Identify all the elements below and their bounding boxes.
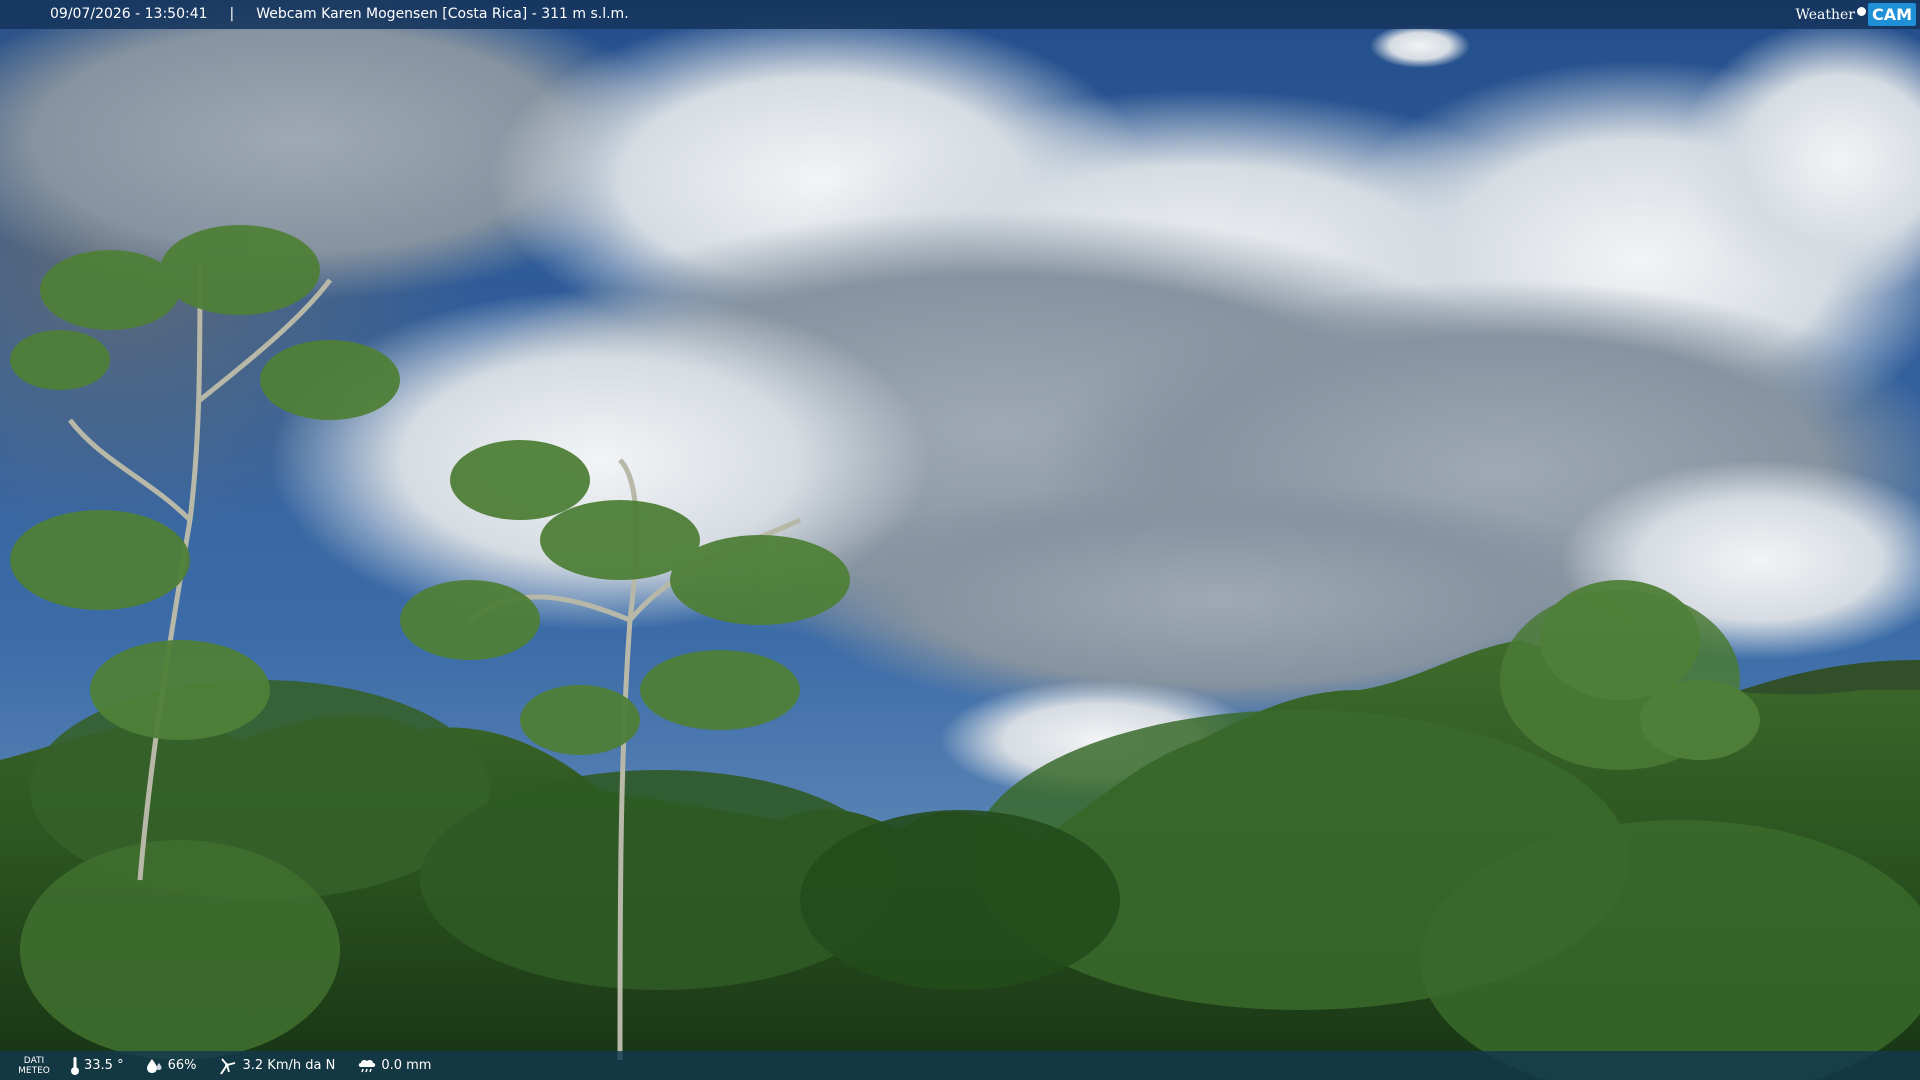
rain-cloud-icon xyxy=(359,1059,376,1072)
timestamp: 09/07/2026 - 13:50:41 xyxy=(50,6,208,22)
logo-cam-text: CAM xyxy=(1867,3,1916,26)
temperature-reading: 33.5 ° xyxy=(70,1056,124,1076)
weather-data-label: DATI METEO xyxy=(16,1056,52,1076)
thermometer-icon xyxy=(71,1056,79,1075)
webcam-title: Webcam Karen Mogensen [Costa Rica] - 311… xyxy=(256,6,629,22)
top-info-bar: 09/07/2026 - 13:50:41 | Webcam Karen Mog… xyxy=(0,0,1920,29)
weather-data-label-line1: DATI xyxy=(23,1055,45,1066)
weathercam-logo[interactable]: Weather CAM xyxy=(1795,2,1916,27)
webcam-image xyxy=(0,0,1920,1080)
weather-data-label-line2: METEO xyxy=(18,1065,50,1076)
wind-value: 3.2 Km/h da N xyxy=(242,1058,336,1073)
temperature-value: 33.5 ° xyxy=(84,1058,124,1073)
rain-reading: 0.0 mm xyxy=(357,1057,431,1075)
humidity-reading: 66% xyxy=(146,1057,197,1075)
logo-dot-icon xyxy=(1856,7,1866,16)
header-separator: | xyxy=(229,6,235,22)
wind-reading: 3.2 Km/h da N xyxy=(218,1056,335,1076)
logo-weather-text: Weather xyxy=(1795,6,1855,23)
wind-icon xyxy=(220,1057,236,1075)
humidity-drop-icon xyxy=(146,1058,162,1073)
rain-value: 0.0 mm xyxy=(381,1058,432,1073)
humidity-value: 66% xyxy=(167,1058,197,1073)
webcam-frame: 09/07/2026 - 13:50:41 | Webcam Karen Mog… xyxy=(0,0,1920,1080)
weather-data-bar: DATI METEO 33.5 ° 66% 3.2 Km/h da N 0.0 … xyxy=(0,1051,1920,1080)
